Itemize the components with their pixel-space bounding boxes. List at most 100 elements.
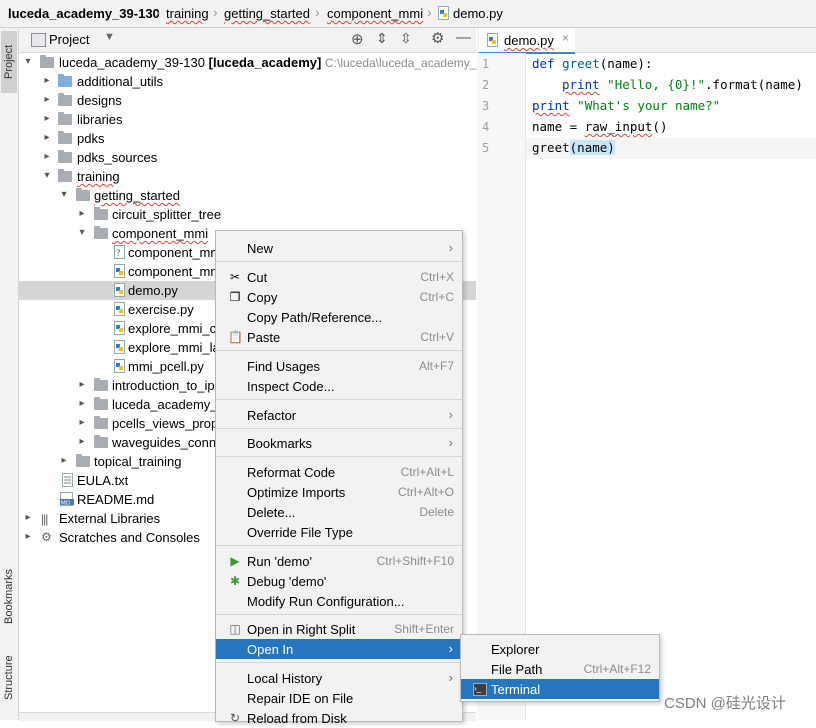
menu-item-paste[interactable]: 📋 Paste Ctrl+V xyxy=(216,327,462,347)
submenu-item-file-path[interactable]: File Path Ctrl+Alt+F12 xyxy=(461,659,659,679)
expanded-arrow-icon[interactable]: ▾ xyxy=(42,170,52,181)
collapsed-arrow-icon[interactable]: ▸ xyxy=(59,455,69,466)
menu-separator xyxy=(216,662,462,663)
menu-item-optimize-imports[interactable]: Optimize Imports Ctrl+Alt+O xyxy=(216,482,462,502)
bookmarks-tool-tab[interactable]: Bookmarks xyxy=(1,556,17,636)
tree-node-circuit-splitter-tree[interactable]: ▸ circuit_splitter_tree xyxy=(19,205,476,224)
project-tool-tab[interactable]: Project xyxy=(1,31,17,93)
locate-file-icon[interactable]: ⊕ xyxy=(351,30,364,48)
copy-icon: ❐ xyxy=(229,290,241,304)
close-icon[interactable]: × xyxy=(562,31,569,45)
tree-label: External Libraries xyxy=(59,511,161,526)
collapsed-arrow-icon[interactable]: ▸ xyxy=(42,151,52,162)
menu-label: Copy xyxy=(247,290,278,305)
collapsed-arrow-icon[interactable]: ▸ xyxy=(77,398,87,409)
menu-item-modify-run-configuration[interactable]: Modify Run Configuration... xyxy=(216,591,462,611)
tree-node-libraries[interactable]: ▸ libraries xyxy=(19,110,476,129)
code-line-5[interactable]: greet(name) xyxy=(532,140,615,155)
submenu-item-explorer[interactable]: Explorer xyxy=(461,639,659,659)
breadcrumb-component-mmi[interactable]: component_mmi xyxy=(327,6,423,21)
breadcrumb-project[interactable]: luceda_academy_39-130 xyxy=(8,6,160,21)
submenu-item-terminal[interactable]: ›_ Terminal xyxy=(461,679,659,699)
collapsed-arrow-icon[interactable]: ▸ xyxy=(42,113,52,124)
root-module: [luceda_academy] xyxy=(208,55,322,70)
tree-node-training[interactable]: ▾ training xyxy=(19,167,476,186)
expand-all-icon[interactable]: ⇕ xyxy=(376,30,388,47)
tree-label: additional_utils xyxy=(77,74,164,89)
tree-label: mmi_pcell.py xyxy=(128,359,204,374)
menu-separator xyxy=(216,261,462,262)
menu-item-find-usages[interactable]: Find Usages Alt+F7 xyxy=(216,356,462,376)
tree-label: exercise.py xyxy=(128,302,194,317)
chevron-down-icon[interactable]: ▼ xyxy=(104,31,115,43)
tree-node-pdks[interactable]: ▸ pdks xyxy=(19,129,476,148)
collapsed-arrow-icon[interactable]: ▸ xyxy=(77,417,87,428)
menu-item-bookmarks[interactable]: Bookmarks › xyxy=(216,433,462,453)
menu-item-copy[interactable]: ❐ Copy Ctrl+C xyxy=(216,287,462,307)
breadcrumb-getting-started[interactable]: getting_started xyxy=(224,6,310,21)
menu-item-refactor[interactable]: Refactor › xyxy=(216,405,462,425)
tree-label: Scratches and Consoles xyxy=(59,530,200,545)
menu-item-run[interactable]: ▶ Run 'demo' Ctrl+Shift+F10 xyxy=(216,551,462,571)
menu-item-new[interactable]: New › xyxy=(216,238,462,258)
collapsed-arrow-icon[interactable]: ▸ xyxy=(77,379,87,390)
python-file-icon xyxy=(114,359,126,373)
breadcrumb-training[interactable]: training xyxy=(166,6,209,21)
gear-icon[interactable]: ⚙ xyxy=(431,29,444,47)
collapsed-arrow-icon[interactable]: ▸ xyxy=(23,531,33,542)
menu-label: Reformat Code xyxy=(247,465,336,480)
menu-item-reload-from-disk[interactable]: ↻ Reload from Disk xyxy=(216,708,462,728)
folder-icon xyxy=(94,207,108,220)
expanded-arrow-icon[interactable]: ▾ xyxy=(23,56,33,67)
structure-tool-tab[interactable]: Structure xyxy=(1,642,17,714)
collapsed-arrow-icon[interactable]: ▸ xyxy=(77,436,87,447)
menu-separator xyxy=(216,545,462,546)
code-line-2[interactable]: print "Hello, {0}!".format(name) xyxy=(562,77,803,92)
folder-icon xyxy=(94,397,108,410)
menu-item-override-file-type[interactable]: Override File Type xyxy=(216,522,462,542)
expanded-arrow-icon[interactable]: ▾ xyxy=(59,189,69,200)
collapsed-arrow-icon[interactable]: ▸ xyxy=(42,132,52,143)
folder-icon xyxy=(58,74,72,87)
tree-node-additional-utils[interactable]: ▸ additional_utils xyxy=(19,72,476,91)
menu-item-cut[interactable]: ✂ Cut Ctrl+X xyxy=(216,267,462,287)
code-line-3[interactable]: print "What's your name?" xyxy=(532,98,720,113)
tree-label: EULA.txt xyxy=(77,473,129,488)
menu-item-debug[interactable]: ✱ Debug 'demo' xyxy=(216,571,462,591)
breadcrumb-separator: › xyxy=(155,4,160,20)
tree-label: designs xyxy=(77,93,122,108)
menu-shortcut: Delete xyxy=(419,505,454,519)
menu-item-copy-path[interactable]: Copy Path/Reference... xyxy=(216,307,462,327)
menu-item-inspect-code[interactable]: Inspect Code... xyxy=(216,376,462,396)
expanded-arrow-icon[interactable]: ▾ xyxy=(77,227,87,238)
menu-label: Repair IDE on File xyxy=(247,691,354,706)
hide-panel-icon[interactable]: — xyxy=(456,29,471,46)
tree-node-getting-started[interactable]: ▾ getting_started xyxy=(19,186,476,205)
menu-item-reformat-code[interactable]: Reformat Code Ctrl+Alt+L xyxy=(216,462,462,482)
tree-label: component_mm xyxy=(128,264,222,279)
collapsed-arrow-icon[interactable]: ▸ xyxy=(42,75,52,86)
code-line-4[interactable]: name = raw_input() xyxy=(532,119,667,134)
menu-item-repair-ide[interactable]: Repair IDE on File xyxy=(216,688,462,708)
collapsed-arrow-icon[interactable]: ▸ xyxy=(77,208,87,219)
debug-bug-icon: ✱ xyxy=(229,574,241,588)
menu-item-local-history[interactable]: Local History › xyxy=(216,668,462,688)
project-view-title[interactable]: Project xyxy=(49,32,89,47)
tree-node-designs[interactable]: ▸ designs xyxy=(19,91,476,110)
collapse-all-icon[interactable]: ⇳ xyxy=(400,30,412,47)
context-menu: New › ✂ Cut Ctrl+X ❐ Copy Ctrl+C Copy Pa… xyxy=(215,230,463,726)
svg-text:MD: MD xyxy=(61,501,70,507)
breadcrumb-demo-file[interactable]: demo.py xyxy=(453,6,503,21)
menu-shortcut: Shift+Enter xyxy=(394,622,454,636)
menu-item-delete[interactable]: Delete... Delete xyxy=(216,502,462,522)
menu-item-open-right-split[interactable]: ◫ Open in Right Split Shift+Enter xyxy=(216,619,462,639)
code-line-1[interactable]: def greet(name): xyxy=(532,56,652,71)
editor-tab-demo[interactable]: demo.py × xyxy=(479,28,575,54)
menu-label: Inspect Code... xyxy=(247,379,335,394)
collapsed-arrow-icon[interactable]: ▸ xyxy=(42,94,52,105)
folder-icon xyxy=(58,112,72,125)
menu-item-open-in[interactable]: Open In › xyxy=(216,639,462,659)
collapsed-arrow-icon[interactable]: ▸ xyxy=(23,512,33,523)
tree-node-pdks-sources[interactable]: ▸ pdks_sources xyxy=(19,148,476,167)
tree-node-root[interactable]: ▾ luceda_academy_39-130 [luceda_academy]… xyxy=(19,53,490,72)
